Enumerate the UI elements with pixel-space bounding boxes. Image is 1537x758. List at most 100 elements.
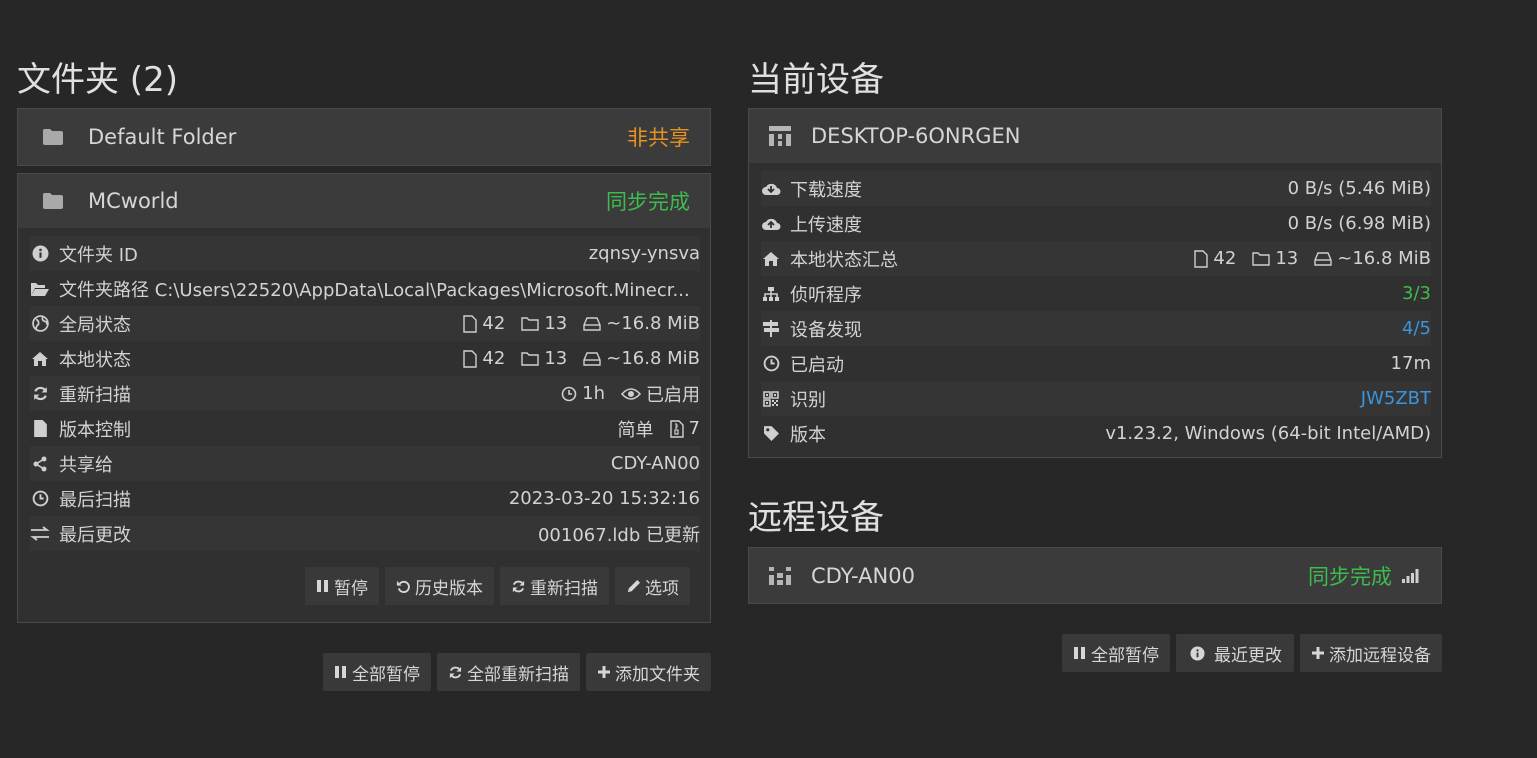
detail-value: 简单 7 [617, 418, 700, 441]
device-label: 上传速度 [790, 214, 862, 236]
device-label: 设备发现 [790, 319, 862, 341]
device-value: 0 B/s (6.98 MiB) [1287, 213, 1431, 234]
clock-icon [30, 490, 50, 507]
device-row-upload: 上传速度 0 B/s (6.98 MiB) [761, 206, 1431, 241]
folders-footer-buttons: 全部暂停 全部重新扫描 添加文件夹 [323, 653, 711, 691]
hdd-icon [583, 351, 601, 366]
share-icon [30, 456, 50, 472]
folder-status: 同步完成 [606, 190, 690, 214]
exchange-icon [30, 526, 50, 541]
globe-icon [30, 315, 50, 332]
devices-icon [767, 566, 793, 586]
cloud-download-icon [761, 181, 781, 197]
pause-icon [334, 665, 348, 679]
device-value: 0 B/s (5.46 MiB) [1287, 178, 1431, 199]
history-button[interactable]: 历史版本 [385, 567, 494, 605]
detail-label: 最后扫描 [59, 489, 131, 511]
clock-icon [761, 355, 781, 372]
folder-icon [40, 128, 66, 146]
pause-button[interactable]: 暂停 [305, 567, 379, 605]
pause-all-folders-button[interactable]: 全部暂停 [323, 653, 431, 691]
folder-header-default[interactable]: Default Folder 非共享 [18, 109, 710, 165]
detail-row-last-change: 最后更改 001067.ldb 已更新 [30, 516, 700, 551]
detail-value: 1h 已启用 [551, 381, 700, 407]
folder-panel-default[interactable]: Default Folder 非共享 [17, 108, 711, 166]
plus-icon [1311, 646, 1325, 660]
folder-path-value: C:\Users\22520\AppData\Local\Packages\Mi… [154, 279, 690, 301]
add-remote-device-button[interactable]: 添加远程设备 [1300, 634, 1442, 672]
device-row-discovery: 设备发现 4/5 [761, 311, 1431, 346]
home-icon [30, 351, 50, 367]
remote-device-panel[interactable]: CDY-AN00 同步完成 [748, 547, 1442, 604]
plus-icon [597, 665, 611, 679]
hdd-icon [583, 316, 601, 331]
detail-row-last-scan: 最后扫描 2023-03-20 15:32:16 [30, 481, 700, 516]
detail-label: 文件夹 ID [59, 244, 138, 266]
this-device-section-title: 当前设备 [748, 60, 884, 100]
cloud-upload-icon [761, 216, 781, 232]
device-label: 下载速度 [790, 179, 862, 201]
detail-label: 版本控制 [59, 419, 131, 441]
detail-value: CDY-AN00 [610, 453, 700, 474]
folder-outline-icon [1252, 251, 1271, 266]
this-device-name: DESKTOP-6ONRGEN [811, 124, 1021, 148]
detail-label: 本地状态 [59, 349, 131, 371]
options-button[interactable]: 选项 [615, 567, 690, 605]
detail-value: 42 13 ~16.8 MiB [453, 313, 700, 334]
refresh-icon [448, 665, 463, 680]
detail-row-local-state: 本地状态 42 13 ~16.8 MiB [30, 341, 700, 376]
folder-panel-mcworld: MCworld 同步完成 文件夹 ID zqnsy-ynsva 文件夹路径 C:… [17, 173, 711, 623]
folder-outline-icon [521, 351, 540, 366]
device-label: 本地状态汇总 [790, 249, 898, 271]
detail-label: 最后更改 [59, 524, 131, 546]
remote-devices-section-title: 远程设备 [748, 498, 884, 538]
pause-icon [1073, 646, 1087, 660]
info-icon [30, 245, 50, 262]
device-value: 4/5 [1402, 318, 1431, 339]
pause-icon [316, 579, 330, 593]
device-row-download: 下载速度 0 B/s (5.46 MiB) [761, 171, 1431, 206]
this-device-details: 下载速度 0 B/s (5.46 MiB) 上传速度 0 B/s (6.98 M… [749, 163, 1441, 451]
detail-label: 全局状态 [59, 314, 131, 336]
folder-name: Default Folder [88, 125, 237, 149]
device-value: v1.23.2, Windows (64-bit Intel/AMD) [1105, 423, 1431, 444]
device-row-local-summary: 本地状态汇总 42 13 ~16.8 MiB [761, 241, 1431, 276]
this-device-panel: DESKTOP-6ONRGEN 下载速度 0 B/s (5.46 MiB) 上传… [748, 108, 1442, 458]
device-row-version: 版本 v1.23.2, Windows (64-bit Intel/AMD) [761, 416, 1431, 451]
folder-status: 非共享 [627, 126, 690, 150]
recent-changes-button[interactable]: 最近更改 [1176, 634, 1294, 672]
detail-value: 001067.ldb 已更新 [537, 524, 700, 546]
remote-device-header[interactable]: CDY-AN00 同步完成 [749, 548, 1441, 603]
device-row-listeners: 侦听程序 3/3 [761, 276, 1431, 311]
detail-row-folder-path: 文件夹路径 C:\Users\22520\AppData\Local\Packa… [30, 271, 700, 306]
signpost-icon [761, 320, 781, 337]
detail-value: 42 13 ~16.8 MiB [453, 348, 700, 369]
device-label: 侦听程序 [790, 284, 862, 306]
device-id-link[interactable]: JW5ZBT [1361, 388, 1431, 409]
detail-value: zqnsy-ynsva [588, 243, 700, 264]
undo-icon [396, 579, 411, 594]
desktop-icon [767, 125, 793, 147]
add-folder-button[interactable]: 添加文件夹 [586, 653, 711, 691]
refresh-icon [30, 385, 50, 402]
rescan-button[interactable]: 重新扫描 [500, 567, 609, 605]
folder-name: MCworld [88, 189, 179, 213]
folder-icon [40, 192, 66, 210]
home-icon [761, 251, 781, 267]
rescan-all-button[interactable]: 全部重新扫描 [437, 653, 580, 691]
remote-device-status: 同步完成 [1308, 564, 1392, 589]
folder-header-mcworld[interactable]: MCworld 同步完成 [18, 174, 710, 228]
file-zip-icon [669, 419, 684, 438]
this-device-header[interactable]: DESKTOP-6ONRGEN [749, 109, 1441, 163]
pause-all-devices-button[interactable]: 全部暂停 [1062, 634, 1170, 672]
device-value: 3/3 [1402, 283, 1431, 304]
detail-label: 共享给 [59, 454, 113, 476]
signal-icon [1401, 568, 1419, 584]
pencil-icon [626, 579, 641, 594]
device-row-identity: 识别 JW5ZBT [761, 381, 1431, 416]
device-label: 版本 [790, 424, 826, 446]
folders-section-title: 文件夹 (2) [17, 60, 178, 100]
detail-label: 重新扫描 [59, 384, 131, 406]
info-icon [1190, 645, 1205, 661]
file-icon [463, 314, 478, 333]
